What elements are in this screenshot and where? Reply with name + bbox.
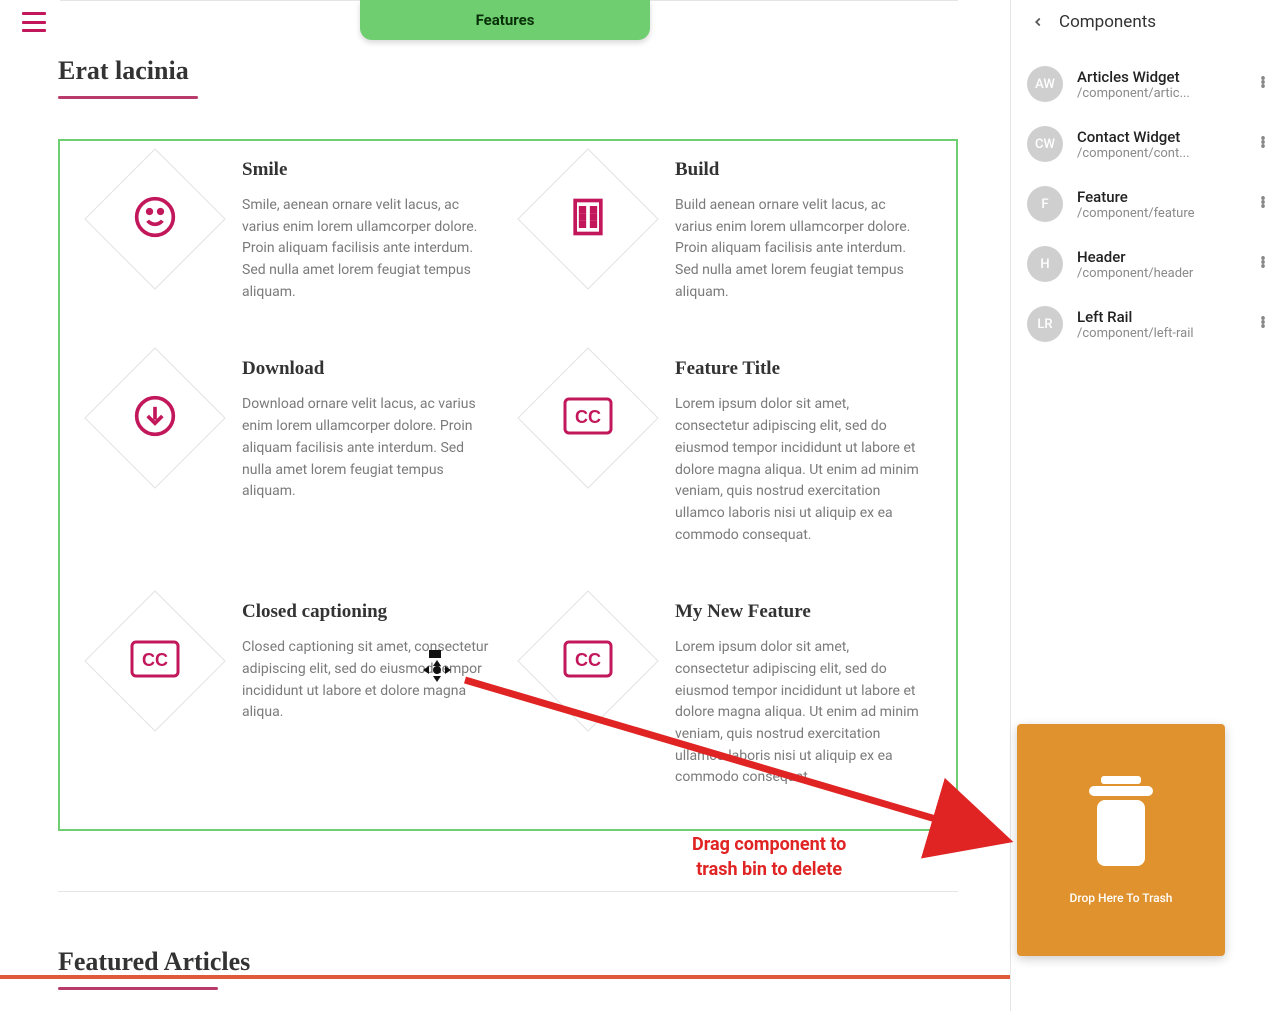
component-menu-button[interactable]: ••• xyxy=(1254,78,1272,90)
component-list-item[interactable]: H Header /component/header ••• xyxy=(1023,234,1276,294)
component-avatar: AW xyxy=(1027,66,1063,102)
feature-desc: Lorem ipsum dolor sit amet, consectetur … xyxy=(675,637,926,789)
features-container[interactable]: Smile Smile, aenean ornare velit lacus, … xyxy=(58,139,958,831)
section-title: Erat lacinia xyxy=(58,56,958,86)
feature-title: Closed captioning xyxy=(242,601,493,623)
smile-icon xyxy=(133,195,177,243)
feature-diamond: CC xyxy=(90,611,220,789)
feature-desc: Lorem ipsum dolor sit amet, consectetur … xyxy=(675,394,926,546)
component-menu-button[interactable]: ••• xyxy=(1254,318,1272,330)
svg-text:CC: CC xyxy=(575,407,601,427)
feature-diamond xyxy=(90,169,220,303)
annotation-text: Drag component totrash bin to delete xyxy=(692,832,846,882)
component-avatar: LR xyxy=(1027,306,1063,342)
component-list-item[interactable]: LR Left Rail /component/left-rail ••• xyxy=(1023,294,1276,354)
component-path: /component/artic... xyxy=(1077,86,1227,101)
component-name: Header xyxy=(1077,248,1240,266)
cc-icon: CC xyxy=(130,640,180,682)
sidebar-title: Components xyxy=(1059,12,1156,32)
feature-title: Download xyxy=(242,358,493,380)
component-name: Feature xyxy=(1077,188,1240,206)
component-menu-button[interactable]: ••• xyxy=(1254,198,1272,210)
feature-diamond: CC xyxy=(523,368,653,546)
component-list-item[interactable]: AW Articles Widget /component/artic... •… xyxy=(1023,54,1276,114)
component-name: Left Rail xyxy=(1077,308,1240,326)
move-cursor-icon xyxy=(415,648,459,696)
component-menu-button[interactable]: ••• xyxy=(1254,258,1272,270)
component-menu-button[interactable]: ••• xyxy=(1254,138,1272,150)
cc-icon: CC xyxy=(563,640,613,682)
bottom-accent-line xyxy=(0,975,1010,979)
component-avatar: CW xyxy=(1027,126,1063,162)
back-button[interactable] xyxy=(1031,10,1045,34)
component-path: /component/header xyxy=(1077,266,1227,281)
feature-desc: Smile, aenean ornare velit lacus, ac var… xyxy=(242,195,493,303)
trash-label: Drop Here To Trash xyxy=(1070,891,1173,905)
feature-title: Feature Title xyxy=(675,358,926,380)
component-name: Contact Widget xyxy=(1077,128,1240,146)
cc-icon: CC xyxy=(563,397,613,439)
feature-item[interactable]: CC My New Feature Lorem ipsum dolor sit … xyxy=(523,601,926,789)
feature-title: Build xyxy=(675,159,926,181)
svg-text:CC: CC xyxy=(142,650,168,670)
trash-icon xyxy=(1081,776,1161,871)
component-path: /component/cont... xyxy=(1077,146,1227,161)
feature-title: My New Feature xyxy=(675,601,926,623)
component-path: /component/feature xyxy=(1077,206,1227,221)
featured-articles-title: Featured Articles xyxy=(58,947,958,977)
sidebar-header: Components xyxy=(1011,0,1280,44)
feature-item[interactable]: Smile Smile, aenean ornare velit lacus, … xyxy=(90,159,493,303)
download-icon xyxy=(133,394,177,442)
feature-item[interactable]: Download Download ornare velit lacus, ac… xyxy=(90,358,493,546)
component-list-item[interactable]: CW Contact Widget /component/cont... ••• xyxy=(1023,114,1276,174)
component-name: Articles Widget xyxy=(1077,68,1240,86)
feature-title: Smile xyxy=(242,159,493,181)
feature-desc: Build aenean ornare velit lacus, ac vari… xyxy=(675,195,926,303)
feature-diamond xyxy=(90,368,220,546)
feature-item[interactable]: Build Build aenean ornare velit lacus, a… xyxy=(523,159,926,303)
selected-component-pill[interactable]: Features xyxy=(360,0,650,40)
component-list-item[interactable]: F Feature /component/feature ••• xyxy=(1023,174,1276,234)
component-path: /component/left-rail xyxy=(1077,326,1227,341)
component-avatar: H xyxy=(1027,246,1063,282)
building-icon xyxy=(566,195,610,243)
trash-dropzone[interactable]: Drop Here To Trash xyxy=(1017,724,1225,956)
feature-desc: Download ornare velit lacus, ac varius e… xyxy=(242,394,493,502)
section-divider xyxy=(58,891,958,892)
feature-diamond xyxy=(523,169,653,303)
selected-component-label: Features xyxy=(476,11,535,29)
component-avatar: F xyxy=(1027,186,1063,222)
svg-text:CC: CC xyxy=(575,650,601,670)
title-underline xyxy=(58,96,198,99)
feature-item[interactable]: CC Feature Title Lorem ipsum dolor sit a… xyxy=(523,358,926,546)
feature-diamond: CC xyxy=(523,611,653,789)
featured-underline xyxy=(58,987,218,990)
editor-canvas: Features Erat lacinia Smile Smile, aenea… xyxy=(0,0,1010,1011)
